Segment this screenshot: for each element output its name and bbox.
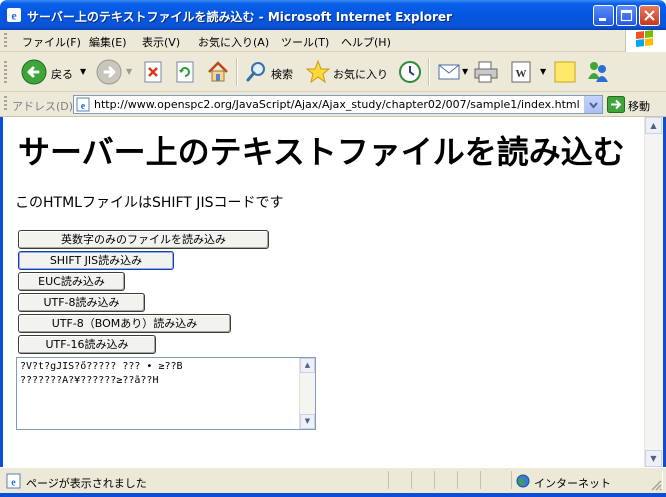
- address-label: アドレス(D): [12, 100, 74, 113]
- messenger-icon[interactable]: [585, 59, 611, 85]
- menu-bar: ファイル(F) 編集(E) 表示(V) お気に入り(A) ツール(T) ヘルプ(…: [0, 30, 666, 52]
- search-button-label[interactable]: 検索: [271, 66, 293, 82]
- window-title: サーバー上のテキストファイルを読み込む - Microsoft Internet…: [27, 10, 452, 24]
- status-cell: [480, 471, 512, 489]
- load-alphanumeric-button[interactable]: 英数字のみのファイルを読み込み: [18, 230, 269, 249]
- load-utf8-bom-button[interactable]: UTF-8（BOMあり）読み込み: [18, 314, 231, 333]
- menu-grip[interactable]: [4, 33, 7, 49]
- standard-toolbar: 戻る ▼ ▼ 検索 お気に入り ▼ W ▼: [0, 52, 666, 92]
- textarea-scrollbar[interactable]: ▲ ▼: [299, 358, 315, 429]
- close-icon: [644, 10, 655, 21]
- home-icon[interactable]: [206, 60, 230, 84]
- forward-arrow-icon[interactable]: [96, 59, 122, 85]
- title-bar: e サーバー上のテキストファイルを読み込む - Microsoft Intern…: [0, 0, 666, 30]
- page-description: このHTMLファイルはSHIFT JISコードです: [15, 195, 284, 211]
- resize-grip-icon[interactable]: [650, 479, 662, 491]
- menu-favorites[interactable]: お気に入り(A): [198, 34, 269, 50]
- svg-text:e: e: [11, 478, 16, 489]
- menu-file[interactable]: ファイル(F): [22, 34, 81, 50]
- address-bar: アドレス(D) e http://www.openspc2.org/JavaSc…: [0, 92, 666, 117]
- back-dropdown-arrow-icon[interactable]: ▼: [80, 67, 86, 76]
- output-textarea[interactable]: ?V?t?gJIS?ő????? ??? • ≥??B ???????A?¥??…: [16, 357, 316, 430]
- menu-tools[interactable]: ツール(T): [281, 34, 329, 50]
- menu-view[interactable]: 表示(V): [142, 34, 180, 50]
- status-message: ページが表示されました: [26, 477, 147, 490]
- toolbar-grip[interactable]: [4, 61, 7, 83]
- output-text: ?V?t?gJIS?ő????? ??? • ≥??B ???????A?¥??…: [20, 361, 183, 386]
- page-title: サーバー上のテキストファイルを読み込む: [18, 133, 625, 171]
- chevron-down-icon: [589, 102, 598, 109]
- status-cell: [457, 471, 481, 489]
- forward-dropdown-arrow-icon[interactable]: ▼: [126, 67, 132, 76]
- close-button[interactable]: [639, 5, 660, 26]
- edit-dropdown-arrow-icon[interactable]: ▼: [540, 67, 546, 76]
- toolbar-separator: [428, 58, 430, 86]
- minimize-button[interactable]: [593, 5, 614, 26]
- favorites-button-label[interactable]: お気に入り: [333, 66, 388, 82]
- back-button-label[interactable]: 戻る: [51, 66, 73, 82]
- stop-icon[interactable]: [143, 61, 165, 83]
- security-zone-label: インターネット: [534, 477, 611, 490]
- address-input[interactable]: e http://www.openspc2.org/JavaScript/Aja…: [73, 95, 603, 114]
- edit-document-icon[interactable]: W: [509, 60, 533, 84]
- favorites-star-icon[interactable]: [305, 59, 331, 85]
- status-cell: [411, 471, 435, 489]
- windows-logo: [625, 30, 666, 52]
- minimize-icon: [599, 18, 606, 21]
- svg-text:e: e: [81, 101, 86, 112]
- maximize-button[interactable]: [616, 5, 637, 26]
- address-grip[interactable]: [4, 96, 7, 112]
- page-scroll-up-arrow-icon[interactable]: ▲: [645, 117, 662, 134]
- load-euc-button[interactable]: EUC読み込み: [18, 272, 125, 291]
- menu-help[interactable]: ヘルプ(H): [341, 34, 391, 50]
- status-bar: e ページが表示されました インターネット: [0, 467, 666, 493]
- address-dropdown-button[interactable]: [584, 96, 602, 113]
- load-utf8-button[interactable]: UTF-8読み込み: [18, 293, 145, 312]
- windows-flag-icon: [636, 30, 653, 47]
- menu-edit[interactable]: 編集(E): [89, 34, 127, 50]
- svg-text:e: e: [11, 9, 17, 23]
- svg-text:W: W: [516, 68, 527, 80]
- ie-icon: e: [7, 8, 21, 23]
- page-done-icon: e: [6, 473, 21, 489]
- back-arrow-icon[interactable]: [21, 59, 47, 85]
- mail-icon[interactable]: [437, 61, 463, 83]
- history-icon[interactable]: [397, 59, 423, 85]
- load-shift-jis-button[interactable]: SHIFT JIS読み込み: [18, 251, 174, 270]
- load-utf16-button[interactable]: UTF-16読み込み: [18, 335, 156, 354]
- status-cell: [434, 471, 458, 489]
- maximize-icon: [620, 9, 633, 22]
- page-viewport: サーバー上のテキストファイルを読み込む このHTMLファイルはSHIFT JIS…: [3, 117, 644, 467]
- page-scrollbar[interactable]: ▲ ▼: [644, 117, 663, 467]
- scroll-up-arrow-icon[interactable]: ▲: [300, 358, 315, 373]
- scroll-down-arrow-icon[interactable]: ▼: [300, 414, 315, 429]
- status-cell: [388, 471, 412, 489]
- discuss-note-icon[interactable]: [553, 60, 577, 84]
- refresh-icon[interactable]: [175, 61, 197, 83]
- page-scroll-down-arrow-icon[interactable]: ▼: [645, 450, 662, 467]
- mail-dropdown-arrow-icon[interactable]: ▼: [462, 67, 468, 76]
- go-arrow-icon[interactable]: [607, 96, 625, 113]
- page-icon: e: [76, 97, 90, 112]
- internet-globe-icon: [516, 474, 530, 488]
- go-button-label[interactable]: 移動: [628, 98, 650, 114]
- print-icon[interactable]: [473, 60, 499, 84]
- search-icon[interactable]: [245, 60, 269, 84]
- address-url[interactable]: http://www.openspc2.org/JavaScript/Ajax/…: [94, 98, 580, 111]
- toolbar-separator: [236, 58, 238, 86]
- window-frame-bottom: [0, 493, 666, 497]
